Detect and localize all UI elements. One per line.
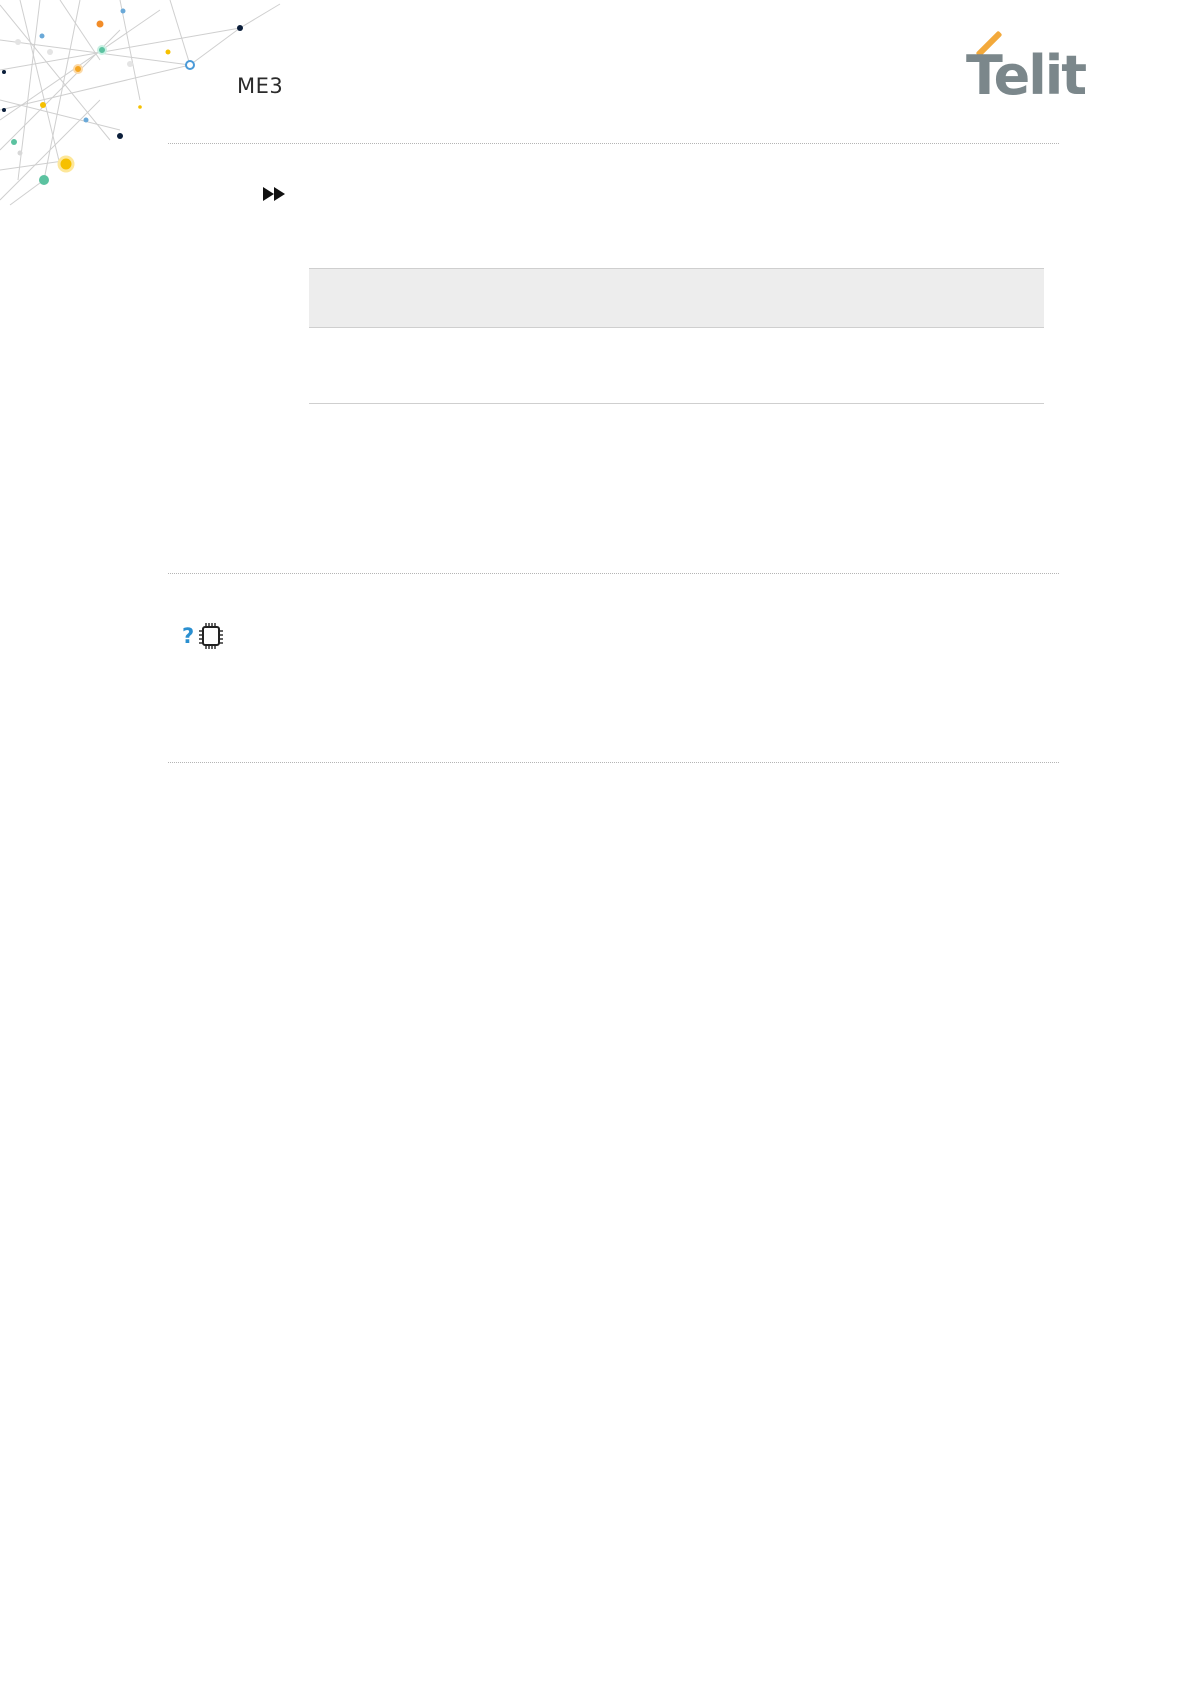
document-code: ME3 xyxy=(237,74,284,98)
note-icon-group: ? xyxy=(182,622,228,652)
header-divider xyxy=(168,143,1059,144)
table-row xyxy=(309,327,1044,404)
logo-wordmark: Telit xyxy=(966,44,1087,107)
chip-icon xyxy=(199,623,223,649)
content-table xyxy=(309,268,1044,404)
telit-logo: Telit xyxy=(966,28,1090,106)
question-mark-icon: ? xyxy=(182,624,195,648)
fast-forward-icon xyxy=(263,187,285,201)
corner-network-decoration xyxy=(0,0,281,206)
table-header-row xyxy=(309,268,1044,328)
section-divider xyxy=(168,573,1059,574)
section-divider xyxy=(168,762,1059,763)
